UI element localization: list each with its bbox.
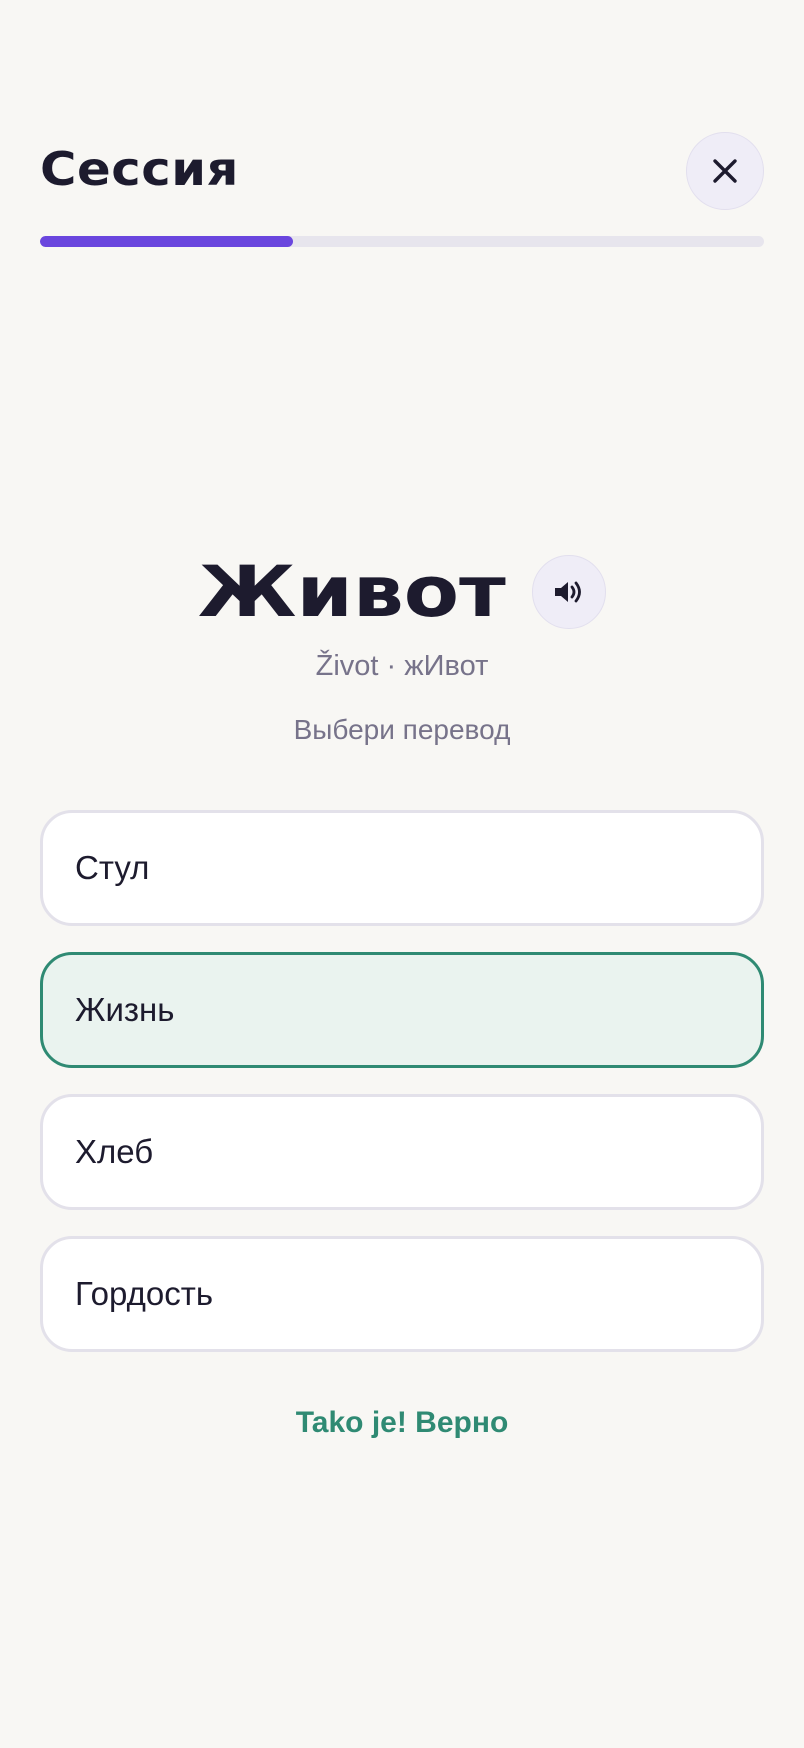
- option-chair[interactable]: Стул: [40, 810, 764, 926]
- option-bread[interactable]: Хлеб: [40, 1094, 764, 1210]
- feedback-message: Tako je! Верно: [295, 1406, 509, 1439]
- answer-options: Стул Жизнь Хлеб Гордость: [40, 810, 764, 1378]
- target-word: Живот: [198, 551, 506, 633]
- word-row: Живот: [0, 552, 804, 632]
- close-button[interactable]: [686, 132, 764, 210]
- speaker-icon: [554, 581, 581, 603]
- progress-fill: [40, 236, 294, 247]
- header: Сессия: [40, 132, 764, 212]
- option-life[interactable]: Жизнь: [40, 952, 764, 1068]
- instruction-text: Выбери перевод: [293, 714, 511, 745]
- page-title: Сессия: [40, 142, 240, 196]
- play-audio-button[interactable]: [531, 555, 606, 629]
- transliteration: Život · жИвот: [315, 650, 489, 682]
- progress-bar: [40, 236, 764, 247]
- option-pride[interactable]: Гордость: [40, 1236, 764, 1352]
- close-icon: [713, 159, 737, 183]
